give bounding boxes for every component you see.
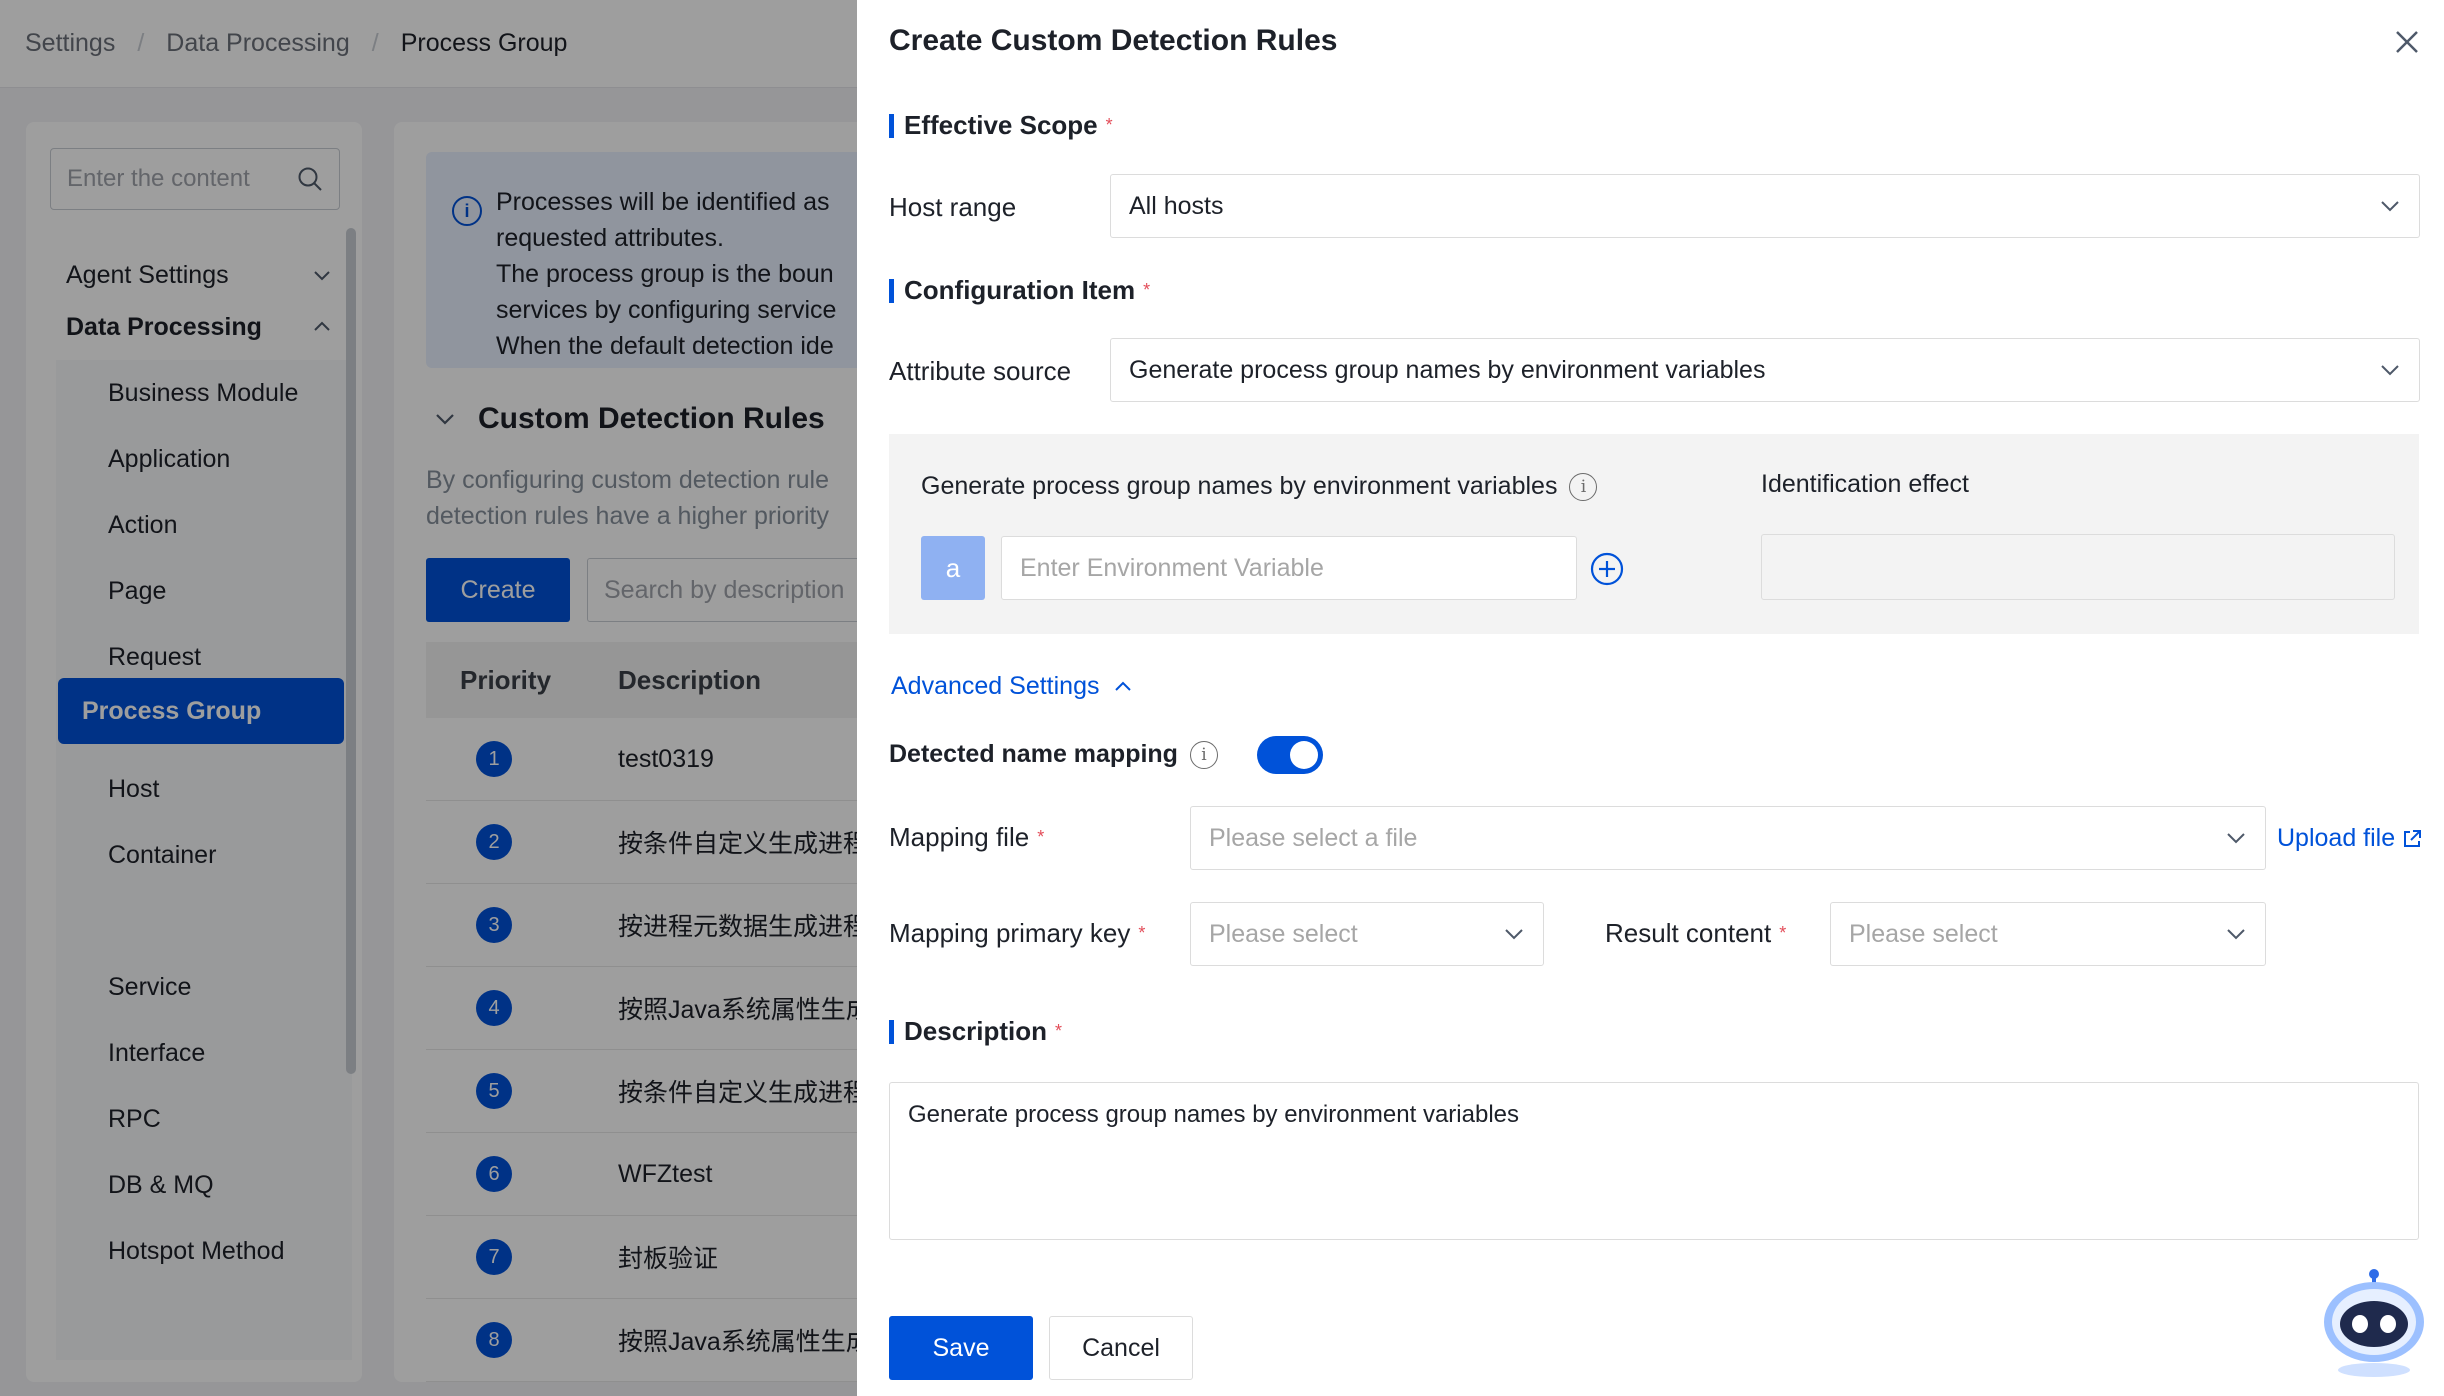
required-mark: * xyxy=(1105,115,1113,135)
required-mark: * xyxy=(1055,1021,1063,1041)
mapping-file-select[interactable]: Please select a file xyxy=(1190,806,2266,870)
primary-key-placeholder: Please select xyxy=(1209,919,1358,948)
host-range-select[interactable]: All hosts xyxy=(1110,174,2420,238)
effective-scope-heading: Effective Scope * xyxy=(889,110,1113,141)
toggle-knob xyxy=(1290,741,1318,769)
section-heading-text: Effective Scope xyxy=(904,110,1098,140)
chevron-down-icon xyxy=(2381,201,2399,212)
env-variable-input[interactable]: Enter Environment Variable xyxy=(1001,536,1577,600)
result-content-label: Result content * xyxy=(1605,918,1786,949)
external-link-icon xyxy=(2404,829,2422,847)
env-variable-label: Generate process group names by environm… xyxy=(921,472,1598,501)
identification-effect-label: Identification effect xyxy=(1761,470,1970,498)
required-mark: * xyxy=(1779,923,1787,943)
host-range-value: All hosts xyxy=(1129,191,1224,220)
chevron-down-icon xyxy=(2381,365,2399,376)
required-mark: * xyxy=(1138,923,1146,943)
result-content-select[interactable]: Please select xyxy=(1830,902,2266,966)
chevron-down-icon xyxy=(1505,929,1523,940)
description-heading: Description * xyxy=(889,1016,1062,1047)
save-button[interactable]: Save xyxy=(889,1316,1033,1380)
required-mark: * xyxy=(1143,280,1151,300)
primary-key-select[interactable]: Please select xyxy=(1190,902,1544,966)
chevron-up-icon xyxy=(1115,681,1132,691)
result-content-label-text: Result content xyxy=(1605,918,1772,948)
chevron-down-icon xyxy=(2227,929,2245,940)
variable-tag: a xyxy=(921,536,985,600)
attribute-source-label: Attribute source xyxy=(889,356,1072,386)
mapping-file-placeholder: Please select a file xyxy=(1209,823,1418,852)
primary-key-label-text: Mapping primary key xyxy=(889,918,1131,948)
chevron-down-icon xyxy=(2227,833,2245,844)
create-rule-drawer: Create Custom Detection Rules Effective … xyxy=(857,0,2444,1396)
section-marker xyxy=(889,1019,894,1044)
result-content-placeholder: Please select xyxy=(1849,919,1998,948)
required-mark: * xyxy=(1037,827,1045,847)
env-variable-panel: Generate process group names by environm… xyxy=(889,434,2419,634)
cancel-button[interactable]: Cancel xyxy=(1049,1316,1193,1380)
advanced-settings-toggle[interactable]: Advanced Settings xyxy=(891,672,1133,701)
info-icon[interactable]: i xyxy=(1189,740,1218,769)
attribute-source-select[interactable]: Generate process group names by environm… xyxy=(1110,338,2420,402)
mapping-file-label-text: Mapping file xyxy=(889,822,1030,852)
attribute-source-value: Generate process group names by environm… xyxy=(1129,355,1766,384)
info-icon[interactable]: i xyxy=(1569,472,1598,501)
section-marker xyxy=(889,113,894,138)
primary-key-label: Mapping primary key * xyxy=(889,918,1145,949)
mapping-toggle-row: Detected name mapping i xyxy=(889,740,1218,769)
configuration-item-heading: Configuration Item * xyxy=(889,275,1150,306)
upload-file-link[interactable]: Upload file xyxy=(2277,824,2423,853)
upload-file-label: Upload file xyxy=(2277,824,2396,852)
mapping-toggle-switch[interactable] xyxy=(1257,736,1323,774)
env-variable-label-text: Generate process group names by environm… xyxy=(921,472,1558,500)
drawer-title: Create Custom Detection Rules xyxy=(889,24,1338,57)
mapping-toggle-label: Detected name mapping xyxy=(889,740,1178,768)
add-circle-icon[interactable] xyxy=(1589,551,1625,587)
close-icon[interactable] xyxy=(2387,22,2427,62)
section-marker xyxy=(889,278,894,303)
advanced-settings-label: Advanced Settings xyxy=(891,672,1100,700)
description-textarea[interactable]: Generate process group names by environm… xyxy=(889,1082,2419,1240)
identification-effect-field xyxy=(1761,534,2395,600)
host-range-label: Host range xyxy=(889,192,1017,222)
mapping-file-label: Mapping file * xyxy=(889,822,1044,853)
section-heading-text: Configuration Item xyxy=(904,275,1136,305)
section-heading-text: Description xyxy=(904,1016,1048,1046)
assistant-robot-icon[interactable] xyxy=(2316,1266,2432,1382)
